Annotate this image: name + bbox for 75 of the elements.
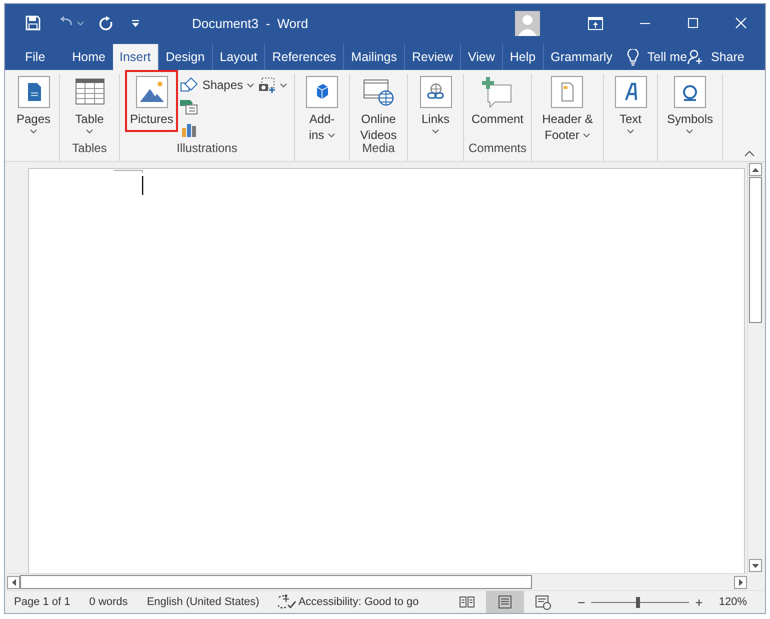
window-title: Document3 - Word <box>192 16 308 30</box>
web-layout-icon <box>534 594 551 610</box>
down-arrow-icon <box>752 564 759 568</box>
scrollbar-thumb[interactable] <box>749 177 762 323</box>
zoom-percent[interactable]: 120% <box>718 596 747 608</box>
text-cursor <box>142 176 144 195</box>
ribbon-button[interactable]: Symbols <box>664 74 716 136</box>
scroll-down-button[interactable] <box>749 559 762 572</box>
zoom-slider-thumb[interactable] <box>636 596 640 608</box>
group-label: Media <box>361 141 396 157</box>
caret-icon <box>30 129 37 134</box>
tell-me-button[interactable]: Tell me <box>627 48 688 66</box>
ribbon-button[interactable]: Links <box>416 74 454 136</box>
comment-icon <box>481 76 514 108</box>
cube-icon <box>306 76 338 108</box>
right-arrow-icon <box>738 578 742 586</box>
status-item[interactable]: 0 words <box>89 596 128 608</box>
zoom-in-button[interactable]: + <box>695 594 703 610</box>
group-label: Tables <box>71 141 108 157</box>
caret-icon <box>583 132 590 138</box>
ribbon-button[interactable]: Pages <box>13 74 54 136</box>
up-arrow-icon <box>752 168 759 172</box>
caret-icon <box>686 129 694 134</box>
ribbon-button[interactable]: Shapes <box>180 76 254 94</box>
page-icon <box>18 76 50 108</box>
status-item[interactable]: Page 1 of 1 <box>14 596 70 608</box>
close-icon[interactable] <box>735 16 747 28</box>
maximize-icon[interactable] <box>687 16 699 28</box>
caret-icon <box>247 82 254 88</box>
screenshot-button[interactable] <box>258 76 288 94</box>
ribbon-button[interactable]: Text <box>612 74 650 136</box>
caret-icon <box>328 132 336 138</box>
text-icon <box>614 76 646 108</box>
ribbon-button[interactable]: Pictures <box>126 72 176 130</box>
print-layout-icon <box>496 594 513 610</box>
zoom-out-button[interactable]: − <box>578 594 586 610</box>
ribbon-display-icon[interactable] <box>588 16 603 30</box>
group-label: Illustrations <box>176 141 238 157</box>
ribbon-button[interactable]: Comment <box>468 74 526 136</box>
view-button[interactable] <box>486 591 524 613</box>
scrollbar-thumb[interactable] <box>20 575 532 589</box>
save-icon[interactable] <box>25 15 41 31</box>
caret-icon <box>627 129 634 134</box>
shapes-icon <box>180 77 198 93</box>
margin-mark <box>114 169 144 173</box>
left-arrow-icon <box>12 578 16 586</box>
link-globe-icon <box>420 76 452 108</box>
picture-icon <box>136 76 168 108</box>
smartart-icon <box>180 99 198 115</box>
scroll-up-button[interactable] <box>749 163 762 176</box>
share-button[interactable]: Share <box>687 44 744 70</box>
bar-chart-icon <box>180 121 198 137</box>
redo-icon[interactable] <box>98 16 113 30</box>
scroll-right-button[interactable] <box>734 576 747 588</box>
ribbon-tab[interactable]: File <box>15 44 66 70</box>
customize-icon[interactable] <box>131 18 140 28</box>
caret-icon <box>86 129 93 134</box>
page-header-icon <box>551 76 584 108</box>
omega-icon <box>674 76 706 108</box>
read-mode-icon <box>458 594 475 610</box>
accessibility-button[interactable]: Accessibility: Good to go <box>278 594 419 610</box>
ribbon-tab[interactable]: Insert <box>112 44 158 70</box>
scroll-left-button[interactable] <box>7 576 20 588</box>
screenshot-icon <box>258 77 276 93</box>
caret-icon <box>77 20 84 26</box>
group-label: Comments <box>467 141 528 157</box>
caret-icon <box>432 129 439 134</box>
lightbulb-icon <box>627 48 640 66</box>
accessibility-check-icon <box>278 594 296 610</box>
collapse-ribbon-icon[interactable] <box>744 150 755 157</box>
ribbon-tab[interactable]: Home <box>65 44 112 70</box>
status-item[interactable]: English (United States) <box>146 596 260 608</box>
person-add-icon <box>687 49 704 65</box>
caret-icon <box>280 82 288 88</box>
ribbon-button[interactable]: Table <box>70 74 108 136</box>
